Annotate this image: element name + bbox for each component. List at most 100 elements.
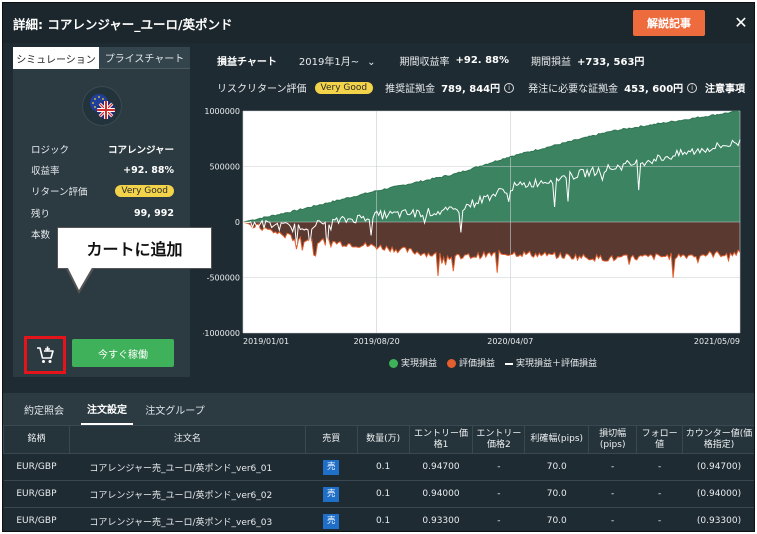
- period-select[interactable]: 2019年1月~ ⌄: [299, 53, 376, 68]
- col-entry-price-2: エントリー価格2: [472, 425, 526, 454]
- legend-dot-icon: [447, 359, 457, 368]
- order-margin-value: 453, 600円: [624, 84, 684, 95]
- modal-title: 詳細: コアレンジャー_ユーロ/英ポンド: [13, 17, 233, 32]
- remaining-row: 残り 99, 992: [31, 206, 174, 221]
- tab-order-settings[interactable]: 注文設定: [81, 393, 133, 425]
- sell-badge: 売: [323, 459, 340, 475]
- simulation-panel: シミュレーション プライスチャート ロジック コアレンジャー 収益率 +92. …: [13, 47, 190, 377]
- col-order-name: 注文名: [68, 425, 306, 454]
- x-tick-label: 2020/04/07: [487, 337, 533, 346]
- legend-unrealized: 評価損益: [447, 356, 495, 369]
- cell-quantity: 0.1: [357, 453, 410, 481]
- close-icon[interactable]: ✕: [731, 11, 751, 33]
- col-side: 売買: [304, 425, 358, 454]
- logic-value: コアレンジャー: [107, 145, 174, 156]
- tooltip-tail: [67, 266, 93, 290]
- return-rate-label: 収益率: [31, 166, 60, 177]
- return-rating-row: リターン評価 Very Good: [31, 184, 174, 198]
- col-counter: カウンター値(価格指定): [682, 425, 754, 454]
- info-icon[interactable]: i: [504, 82, 515, 93]
- chart-legend: 実現損益 評価損益 実現損益＋評価損益: [389, 356, 597, 369]
- col-entry-price-1: エントリー価格1: [408, 425, 474, 454]
- detail-modal: 詳細: コアレンジャー_ユーロ/英ポンド 解説記事 ✕ シミュレーション プライ…: [2, 2, 755, 532]
- chart-title: 損益チャート: [217, 57, 277, 68]
- return-rating-badge: Very Good: [115, 185, 174, 197]
- remaining-value: 99, 992: [134, 207, 174, 219]
- table-row[interactable]: EUR/GBP コアレンジャー売_ユーロ/英ポンド_ver6_02 売 0.1 0.94…: [3, 480, 754, 508]
- cell-symbol: EUR/GBP: [3, 507, 70, 531]
- col-quantity: 数量(万): [356, 425, 410, 454]
- cell-side: 売: [305, 480, 358, 508]
- period-pl-value: +733, 563円: [577, 57, 645, 68]
- risk-return-label: リスクリターン評価: [217, 84, 307, 95]
- cell-follow: -: [636, 480, 683, 508]
- period-value: 2019年1月~: [298, 57, 360, 68]
- add-to-cart-tooltip: カートに追加: [57, 227, 212, 269]
- count-label: 本数: [31, 230, 51, 241]
- table-row[interactable]: EUR/GBP コアレンジャー売_ユーロ/英ポンド_ver6_01 売 0.1 0.94…: [3, 453, 754, 481]
- cell-entry-price-1: 0.93300: [409, 507, 473, 531]
- run-now-button[interactable]: 今すぐ稼働: [72, 339, 174, 367]
- period-pl-label: 期間損益: [531, 57, 572, 68]
- legend-dot-icon: [389, 359, 398, 368]
- cell-counter: (0.93300): [682, 507, 754, 531]
- tab-executions[interactable]: 約定照会: [15, 393, 73, 425]
- y-tick-label: 0: [235, 218, 240, 227]
- order-margin-label: 発注に必要な証拠金: [528, 84, 619, 95]
- cart-highlight: [24, 336, 66, 374]
- cell-entry-price-1: 0.94000: [409, 480, 473, 508]
- x-tick-label: 2021/05/09: [694, 337, 740, 346]
- legend-total: 実現損益＋評価損益: [505, 356, 597, 369]
- col-follow: フォロー値: [636, 425, 684, 454]
- cell-quantity: 0.1: [357, 480, 410, 508]
- tab-order-group[interactable]: 注文グループ: [141, 393, 209, 425]
- return-rating-label: リターン評価: [31, 187, 88, 198]
- cell-take-profit: 70.0: [524, 507, 589, 531]
- cell-entry-price-2: -: [472, 480, 525, 508]
- add-to-cart-button[interactable]: [30, 342, 60, 368]
- cell-follow: -: [636, 453, 683, 481]
- legend-total-label: 実現損益＋評価損益: [516, 359, 598, 369]
- sell-badge: 売: [323, 513, 340, 529]
- cell-take-profit: 70.0: [524, 480, 589, 508]
- tab-simulation[interactable]: シミュレーション: [13, 47, 99, 69]
- y-tick-label: 1000000: [204, 107, 240, 116]
- period-rate-label: 期間収益率: [399, 57, 450, 68]
- modal-header: 詳細: コアレンジャー_ユーロ/英ポンド 解説記事 ✕: [3, 3, 754, 43]
- legend-line-icon: [505, 362, 514, 365]
- cell-entry-price-2: -: [472, 453, 525, 481]
- col-stop-loss: 損切幅(pips): [588, 425, 638, 454]
- cell-counter: (0.94000): [682, 480, 754, 508]
- sell-badge: 売: [323, 486, 340, 502]
- y-tick-label: 500000: [209, 163, 240, 172]
- logic-label: ロジック: [31, 145, 70, 156]
- cell-order-name: コアレンジャー売_ユーロ/英ポンド_ver6_02: [69, 480, 306, 508]
- notes-link[interactable]: 注意事項: [705, 80, 745, 95]
- legend-realized-label: 実現損益: [401, 359, 438, 369]
- orders-table: 銘柄 注文名 売買 数量(万) エントリー価格1 エントリー価格2 利確幅(pi…: [3, 425, 754, 531]
- chart-header-row1: 損益チャート 2019年1月~ ⌄ 期間収益率 +92. 88% 期間損益 +73…: [217, 53, 644, 68]
- cell-take-profit: 70.0: [524, 453, 589, 481]
- cell-order-name: コアレンジャー売_ユーロ/英ポンド_ver6_01: [69, 453, 306, 481]
- cell-order-name: コアレンジャー売_ユーロ/英ポンド_ver6_03: [69, 507, 306, 531]
- cell-stop-loss: -: [588, 507, 637, 531]
- article-button[interactable]: 解説記事: [633, 10, 705, 36]
- logic-row: ロジック コアレンジャー: [31, 142, 174, 156]
- bottom-tab-bar: 約定照会 注文設定 注文グループ: [3, 393, 754, 425]
- y-tick-label: -500000: [207, 274, 240, 283]
- table-row[interactable]: EUR/GBP コアレンジャー売_ユーロ/英ポンド_ver6_03 売 0.1 0.93…: [3, 507, 754, 531]
- x-tick-label: 2019/08/20: [354, 337, 400, 346]
- cell-follow: -: [636, 507, 683, 531]
- tab-price-chart[interactable]: プライスチャート: [99, 47, 190, 69]
- legend-unrealized-label: 評価損益: [459, 359, 496, 369]
- y-tick-label: -1000000: [203, 329, 240, 338]
- cell-side: 売: [305, 507, 358, 531]
- return-rate-value: +92. 88%: [123, 164, 174, 176]
- notes-link-wrap: 注意事項: [705, 80, 745, 95]
- remaining-label: 残り: [31, 209, 51, 220]
- cell-stop-loss: -: [588, 480, 637, 508]
- info-icon[interactable]: i: [687, 82, 698, 93]
- cell-entry-price-1: 0.94700: [409, 453, 473, 481]
- chart-header-row2: リスクリターン評価 Very Good 推奨証拠金 789, 844円 i 発注…: [217, 80, 698, 95]
- chevron-down-icon: ⌄: [367, 57, 376, 68]
